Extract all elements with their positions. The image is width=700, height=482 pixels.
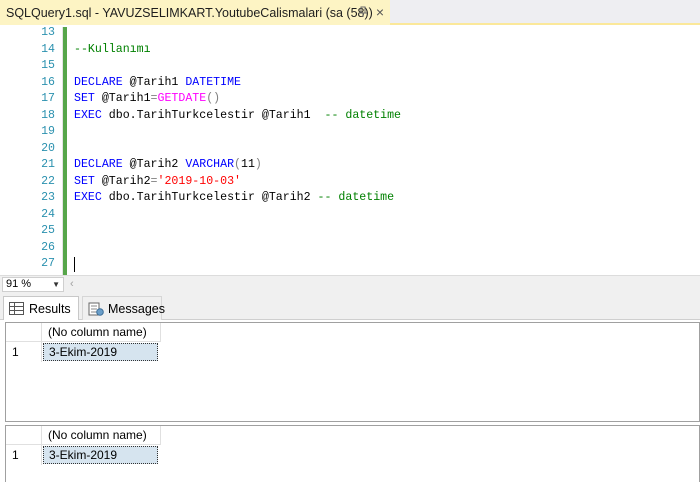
code-type: DATETIME xyxy=(185,75,241,89)
tab-messages-label: Messages xyxy=(108,301,165,316)
grid-icon xyxy=(9,301,25,316)
code-function: GETDATE xyxy=(157,92,207,105)
zoom-value: 91 % xyxy=(6,278,32,290)
code-text: @Tarih1 xyxy=(94,92,151,105)
query-tab-title: SQLQuery1.sql - YAVUZSELIMKART.YoutubeCa… xyxy=(6,5,373,20)
text-caret xyxy=(74,257,75,272)
code-line: 19 xyxy=(0,124,700,141)
zoom-select[interactable]: 91 % ▼ xyxy=(2,277,64,292)
code-operator: = xyxy=(150,92,158,105)
results-tab-strip: Results Messages xyxy=(0,292,700,320)
code-line: 14 --Kullanımı xyxy=(0,42,700,59)
code-line: 24 xyxy=(0,207,700,224)
code-line: 16 DECLARE @Tarih1 DATETIME xyxy=(0,75,700,92)
code-line: 27 xyxy=(0,256,700,273)
result-grid[interactable]: (No column name) 1 3-Ekim-2019 xyxy=(5,322,700,422)
code-operator: = xyxy=(150,174,158,188)
code-keyword: EXEC xyxy=(74,191,102,204)
column-header[interactable]: (No column name) xyxy=(42,426,161,445)
code-string: '2019-10-03' xyxy=(157,174,242,188)
code-comment: -- datetime xyxy=(324,108,402,122)
code-keyword: EXEC xyxy=(74,108,102,122)
scroll-left-icon[interactable]: ‹ xyxy=(70,277,74,292)
code-operator: ) xyxy=(254,158,262,171)
line-number: 25 xyxy=(41,224,55,237)
query-tab[interactable]: SQLQuery1.sql - YAVUZSELIMKART.YoutubeCa… xyxy=(0,0,390,25)
code-line: 18 EXEC dbo.TarihTurkcelestir @Tarih1 -- … xyxy=(0,108,700,125)
line-number: 14 xyxy=(41,42,55,56)
grid-corner[interactable] xyxy=(6,426,42,445)
line-number: 17 xyxy=(41,92,55,105)
grid-cell[interactable]: 3-Ekim-2019 xyxy=(43,343,158,361)
line-number: 27 xyxy=(41,257,55,270)
code-line: 17 SET @Tarih1=GETDATE() xyxy=(0,91,700,108)
row-number[interactable]: 1 xyxy=(6,342,42,362)
code-text: 11 xyxy=(241,158,255,171)
code-line: 21 DECLARE @Tarih2 VARCHAR(11) xyxy=(0,157,700,174)
code-comment: -- datetime xyxy=(317,191,395,204)
grid-cell[interactable]: 3-Ekim-2019 xyxy=(43,446,158,464)
code-operator: () xyxy=(206,92,221,105)
code-line: 25 xyxy=(0,223,700,240)
line-number: 24 xyxy=(41,207,55,221)
code-keyword: DECLARE xyxy=(74,75,123,89)
code-keyword: SET xyxy=(74,92,95,105)
code-text: @Tarih2 xyxy=(122,158,186,171)
line-number: 16 xyxy=(41,75,55,89)
line-number: 26 xyxy=(41,240,55,254)
line-number: 22 xyxy=(41,174,55,188)
code-text: dbo.TarihTurkcelestir @Tarih2 xyxy=(101,191,318,204)
code-comment: --Kullanımı xyxy=(74,42,151,56)
code-line: 23 EXEC dbo.TarihTurkcelestir @Tarih2 -- … xyxy=(0,190,700,207)
code-keyword: SET xyxy=(74,174,95,188)
line-number: 15 xyxy=(41,59,55,72)
document-tab-bar: SQLQuery1.sql - YAVUZSELIMKART.YoutubeCa… xyxy=(0,0,700,25)
column-header[interactable]: (No column name) xyxy=(42,323,161,342)
line-number: 21 xyxy=(41,158,55,171)
code-line: 22 SET @Tarih2='2019-10-03' xyxy=(0,174,700,191)
code-text: @Tarih2 xyxy=(94,174,151,188)
line-number: 13 xyxy=(41,26,55,39)
code-type: VARCHAR xyxy=(185,158,235,171)
grid-corner[interactable] xyxy=(6,323,42,342)
tab-results[interactable]: Results xyxy=(3,296,79,320)
line-number: 18 xyxy=(41,108,55,122)
chevron-down-icon: ▼ xyxy=(52,280,60,289)
line-number: 19 xyxy=(41,125,55,138)
close-icon[interactable]: × xyxy=(373,5,387,19)
tab-results-label: Results xyxy=(29,301,71,316)
code-line: 13 xyxy=(0,25,700,42)
code-operator: ( xyxy=(234,158,241,171)
query-editor[interactable]: 13 14 --Kullanımı 15 16 DECLARE @Tarih1 DA… xyxy=(0,25,700,275)
code-text: dbo.TarihTurkcelestir @Tarih1 xyxy=(101,108,325,122)
code-keyword: DECLARE xyxy=(74,158,123,171)
messages-icon xyxy=(88,302,104,316)
result-grid[interactable]: (No column name) 1 3-Ekim-2019 xyxy=(5,425,700,482)
code-text: @Tarih1 xyxy=(122,75,186,89)
line-number: 23 xyxy=(41,191,55,204)
code-line: 20 xyxy=(0,141,700,158)
code-line: 15 xyxy=(0,58,700,75)
pin-icon[interactable] xyxy=(356,6,370,20)
editor-status-bar: 91 % ▼ ‹ xyxy=(0,275,700,292)
line-number: 20 xyxy=(41,141,55,155)
code-line: 26 xyxy=(0,240,700,257)
row-number[interactable]: 1 xyxy=(6,445,42,465)
tab-messages[interactable]: Messages xyxy=(82,296,165,320)
